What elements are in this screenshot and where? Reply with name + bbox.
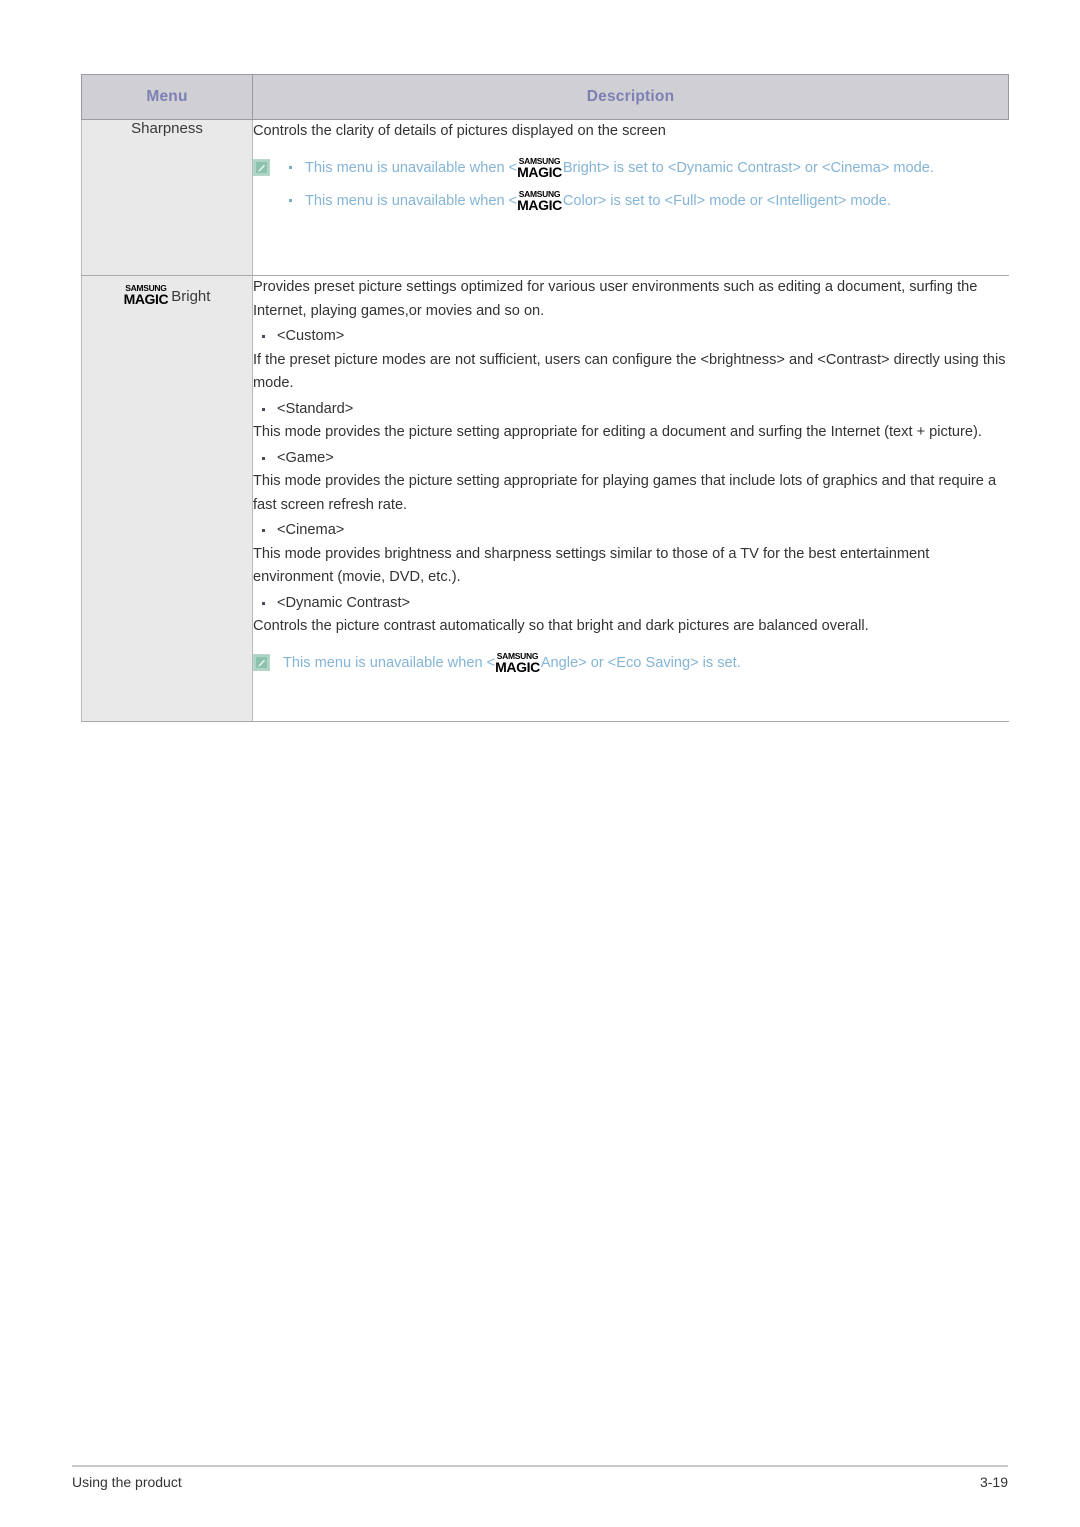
menu-cell-magicbright: SAMSUNG MAGIC Bright <box>81 275 253 722</box>
logo-line-samsung: SAMSUNG <box>518 155 561 166</box>
magicbright-intro-text: Provides preset picture settings optimiz… <box>253 279 978 319</box>
table-row-magicbright: SAMSUNG MAGIC Bright Provides preset pic… <box>81 275 1009 722</box>
mode-body-dynamic-contrast: Controls the picture contrast automatica… <box>253 618 869 634</box>
menu-description-table: Menu Description Sharpness Controls the … <box>81 74 1009 722</box>
logo-line-magic: MAGIC <box>495 658 540 675</box>
page-footer: Using the product 3-19 <box>72 1474 1008 1490</box>
note-text-post: Color> is set to <Full> mode or <Intelli… <box>562 193 891 209</box>
description-cell-magicbright: Provides preset picture settings optimiz… <box>252 275 1009 722</box>
mode-body-custom: If the preset picture modes are not suff… <box>253 351 1006 392</box>
samsung-magic-logo: SAMSUNG MAGIC <box>123 283 169 307</box>
menu-label-bright-word: Bright <box>171 288 211 305</box>
logo-line-magic: MAGIC <box>517 197 562 213</box>
menu-label-magicbright: SAMSUNG MAGIC Bright <box>123 282 211 307</box>
list-item: This menu is unavailable when < SAMSUNG MA… <box>283 156 1008 181</box>
logo-line-samsung: SAMSUNG <box>125 283 167 293</box>
note-text-post: Bright> is set to <Dynamic Contrast> or … <box>562 159 934 176</box>
mode-bullet-custom: <Custom> <box>253 325 1008 349</box>
footer-section-title: Using the product <box>72 1474 182 1490</box>
footer-divider <box>72 1465 1008 1467</box>
mode-body-cinema: This mode provides brightness and sharpn… <box>253 545 930 586</box>
menu-label-sharpness: Sharpness <box>131 120 203 137</box>
mode-body-standard: This mode provides the picture setting a… <box>253 424 982 440</box>
table-header-row: Menu Description <box>81 74 1009 120</box>
sharpness-note-block: This menu is unavailable when < SAMSUNG MA… <box>253 156 1008 214</box>
column-header-menu: Menu <box>81 74 253 120</box>
column-header-description: Description <box>252 74 1009 120</box>
mode-bullet-standard: <Standard> <box>253 398 1008 422</box>
samsung-magic-logo: SAMSUNG MAGIC <box>495 650 540 675</box>
logo-line-samsung: SAMSUNG <box>496 650 539 661</box>
note-pencil-icon <box>253 653 270 671</box>
mode-body-game: This mode provides the picture setting a… <box>253 473 997 513</box>
mode-bullet-cinema: <Cinema> <box>253 519 1008 543</box>
mode-bullet-game: <Game> <box>253 447 1008 471</box>
note-text-pre: This menu is unavailable when < <box>305 159 518 176</box>
note-text-pre: This menu is unavailable when < <box>305 193 518 209</box>
magicbright-note-block: This menu is unavailable when < SAMSUNG MA… <box>253 651 1008 675</box>
samsung-magic-logo: SAMSUNG MAGIC <box>517 189 562 213</box>
table-row-sharpness: Sharpness Controls the clarity of detail… <box>81 119 1009 276</box>
logo-line-magic: MAGIC <box>123 291 169 307</box>
menu-cell-sharpness: Sharpness <box>81 119 253 276</box>
samsung-magic-logo: SAMSUNG MAGIC <box>517 155 562 180</box>
sharpness-intro-text: Controls the clarity of details of pictu… <box>253 123 666 139</box>
magicbright-note-text: This menu is unavailable when < SAMSUNG MA… <box>283 651 1008 675</box>
list-item: This menu is unavailable when < SAMSUNG MA… <box>283 189 1008 214</box>
logo-line-magic: MAGIC <box>517 163 562 180</box>
note-text-pre: This menu is unavailable when < <box>283 654 496 671</box>
note-pencil-icon <box>253 158 270 176</box>
description-cell-sharpness: Controls the clarity of details of pictu… <box>252 119 1009 276</box>
footer-page-number: 3-19 <box>979 1474 1008 1490</box>
note-text-post: Angle> or <Eco Saving> is set. <box>540 654 741 671</box>
mode-bullet-dynamic-contrast: <Dynamic Contrast> <box>253 592 1008 616</box>
logo-line-samsung: SAMSUNG <box>518 189 561 199</box>
document-page: Menu Description Sharpness Controls the … <box>0 0 1080 1527</box>
sharpness-note-list: This menu is unavailable when < SAMSUNG MA… <box>283 156 1008 214</box>
